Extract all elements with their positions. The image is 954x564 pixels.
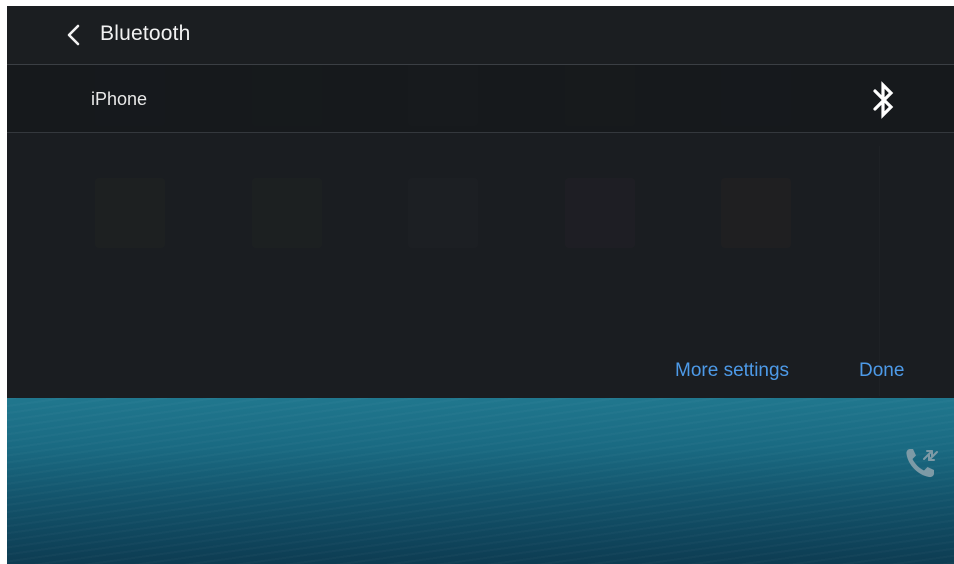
chevron-left-icon bbox=[67, 24, 80, 46]
more-settings-button[interactable]: More settings bbox=[675, 360, 789, 382]
device-row[interactable]: iPhone bbox=[7, 65, 954, 133]
bluetooth-panel: Bluetooth iPhone More settings Done bbox=[7, 6, 954, 398]
back-button[interactable] bbox=[59, 18, 89, 52]
head-unit-screen: Bluetooth iPhone More settings Done bbox=[7, 6, 954, 564]
wallpaper bbox=[7, 398, 954, 564]
page-title: Bluetooth bbox=[100, 22, 191, 45]
screenshot-frame: Bluetooth iPhone More settings Done bbox=[0, 0, 954, 564]
phone-transfer-icon bbox=[906, 449, 938, 478]
bluetooth-icon[interactable] bbox=[869, 80, 899, 120]
title-bar: Bluetooth bbox=[7, 6, 954, 65]
done-button[interactable]: Done bbox=[859, 360, 904, 382]
device-name: iPhone bbox=[91, 89, 148, 109]
call-button[interactable] bbox=[902, 443, 942, 483]
